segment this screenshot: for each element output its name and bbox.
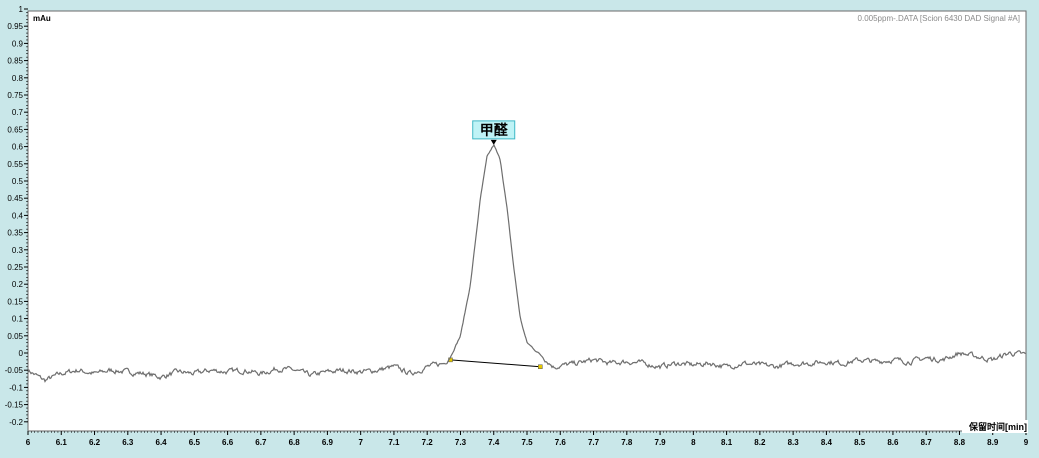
- y-tick-label: 0.45: [7, 194, 23, 203]
- x-tick-label: 8.1: [721, 438, 733, 447]
- x-tick-label: 8.8: [954, 438, 966, 447]
- y-tick-label: 0.85: [7, 57, 23, 66]
- y-tick-label: -0.2: [9, 418, 23, 427]
- x-tick-label: 7.1: [388, 438, 400, 447]
- y-tick-label: 0.4: [12, 211, 24, 220]
- y-tick-label: 0.7: [12, 108, 24, 117]
- y-tick-label: 0.35: [7, 229, 23, 238]
- y-tick-label: 0.75: [7, 91, 23, 100]
- x-tick-label: 6: [26, 438, 31, 447]
- x-tick-label: 7.4: [488, 438, 500, 447]
- x-tick-label: 8.5: [854, 438, 866, 447]
- x-tick-label: 7.8: [621, 438, 633, 447]
- y-axis-label: mAu: [33, 14, 51, 23]
- x-tick-label: 6.2: [89, 438, 101, 447]
- y-tick-label: 0.25: [7, 263, 23, 272]
- y-tick-label: 1: [19, 5, 24, 14]
- y-tick-label: 0.8: [12, 74, 24, 83]
- x-tick-label: 7.3: [455, 438, 467, 447]
- y-axis: 1 0.95 0.9 0.85 0.8 0.75 0.7 0.65 0.6 0.55 0.5 0.45…: [5, 5, 28, 427]
- x-tick-label: 7.2: [422, 438, 434, 447]
- x-tick-label: 7: [358, 438, 363, 447]
- chromatogram-window: mAu 0.005ppm-.DATA [Scion 6430 DAD Signa…: [0, 0, 1039, 453]
- x-tick-label: 7.9: [655, 438, 667, 447]
- y-tick-label: 0.55: [7, 160, 23, 169]
- x-tick-label: 9: [1024, 438, 1029, 447]
- x-tick-label: 6.1: [56, 438, 68, 447]
- x-tick-label: 8: [691, 438, 696, 447]
- y-tick-label: -0.05: [5, 366, 24, 375]
- x-tick-label: 6.6: [222, 438, 234, 447]
- y-tick-label: 0.1: [12, 315, 24, 324]
- x-tick-label: 8.3: [788, 438, 800, 447]
- x-tick-label: 7.6: [555, 438, 567, 447]
- x-tick-label: 6.9: [322, 438, 334, 447]
- y-tick-label: 0.95: [7, 22, 23, 31]
- baseline-marker: [538, 364, 543, 370]
- y-tick-label: 0.2: [12, 280, 24, 289]
- x-tick-label: 6.5: [189, 438, 201, 447]
- x-tick-label: 6.4: [156, 438, 168, 447]
- x-tick-label: 8.9: [987, 438, 999, 447]
- chart-title: 0.005ppm-.DATA [Scion 6430 DAD Signal #A…: [858, 14, 1020, 23]
- x-tick-label: 8.2: [754, 438, 766, 447]
- y-tick-label: 0.65: [7, 125, 23, 134]
- x-tick-label: 8.7: [921, 438, 933, 447]
- y-tick-label: -0.1: [9, 383, 23, 392]
- y-tick-label: 0.3: [12, 246, 24, 255]
- x-axis-label: 保留时间[min]: [968, 421, 1027, 432]
- y-tick-label: 0.5: [12, 177, 24, 186]
- y-tick-label: 0.6: [12, 143, 24, 152]
- x-tick-label: 8.4: [821, 438, 833, 447]
- y-tick-label: -0.15: [5, 401, 24, 410]
- x-tick-label: 6.7: [255, 438, 267, 447]
- x-tick-label: 6.8: [289, 438, 301, 447]
- x-tick-label: 7.7: [588, 438, 600, 447]
- y-tick-label: 0.9: [12, 39, 24, 48]
- y-tick-label: 0.05: [7, 332, 23, 341]
- x-tick-label: 7.5: [521, 438, 533, 447]
- x-axis: 6 6.1 6.2 6.3 6.4 6.5 6.6 6.7 6.8 6.9 7 7.1 7.2 7.3 7.…: [26, 431, 1029, 447]
- x-tick-label: 8.6: [887, 438, 899, 447]
- y-tick-label: 0.15: [7, 297, 23, 306]
- peak-label: 甲醛: [480, 122, 509, 138]
- plot-area: [27, 10, 1027, 432]
- x-tick-label: 6.3: [122, 438, 134, 447]
- x-axis-label-group: 保留时间[min]: [962, 420, 1028, 433]
- chromatogram-chart: mAu 0.005ppm-.DATA [Scion 6430 DAD Signa…: [5, 5, 1029, 447]
- y-tick-label: 0: [19, 349, 24, 358]
